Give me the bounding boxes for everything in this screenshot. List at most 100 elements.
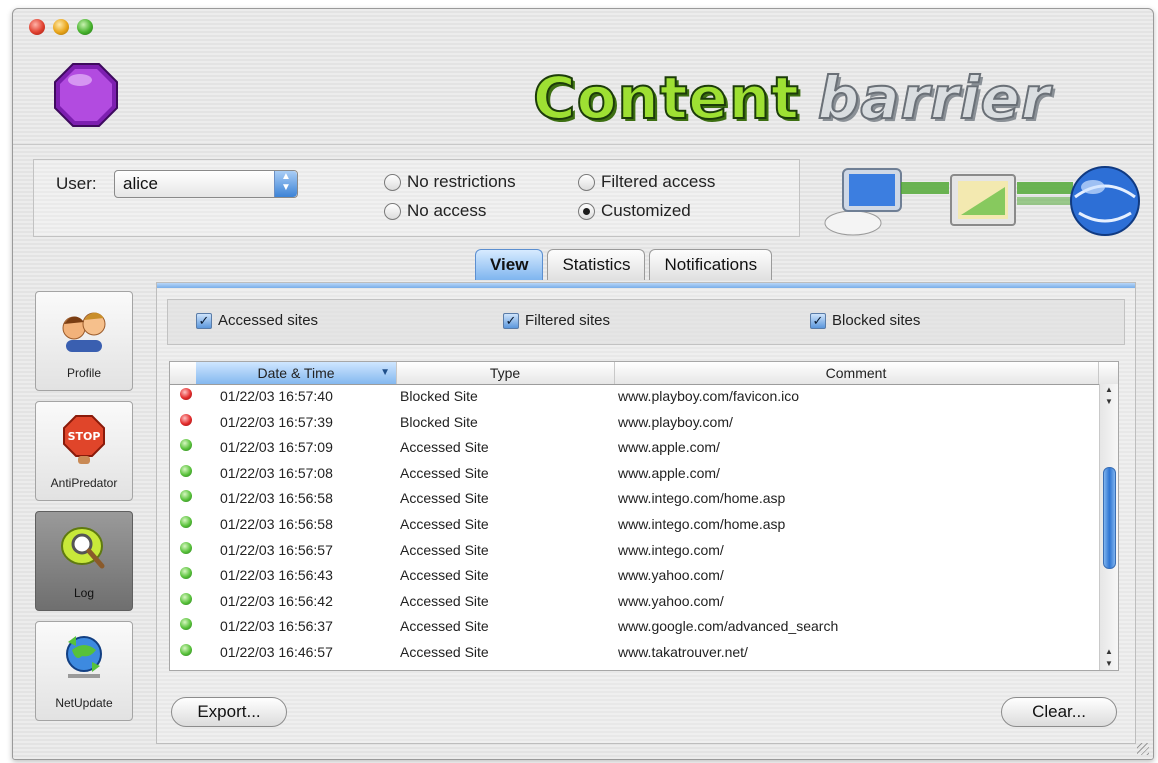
radio-button-icon xyxy=(578,173,595,191)
panel-accent-bar xyxy=(157,283,1135,288)
tab-view[interactable]: View xyxy=(475,249,544,280)
date-time-cell: 01/22/03 16:56:42 xyxy=(220,592,333,609)
resize-grip[interactable] xyxy=(1137,743,1149,755)
checkmark-icon: ✓ xyxy=(196,312,212,329)
sidebar-item-log[interactable]: Log xyxy=(35,511,133,611)
type-cell: Accessed Site xyxy=(400,464,489,481)
date-time-cell: 01/22/03 16:56:43 xyxy=(220,567,333,584)
type-column-header[interactable]: Type xyxy=(396,362,615,384)
table-row[interactable]: 01/22/03 16:56:58 Accessed Site www.intego… xyxy=(170,486,1098,512)
accessed-status-icon xyxy=(180,592,192,605)
radio-no-access[interactable]: No access xyxy=(384,201,486,221)
user-select[interactable]: alice ▲ ▼ xyxy=(114,170,298,198)
date-time-cell: 01/22/03 16:57:09 xyxy=(220,439,333,456)
comment-cell: www.playboy.com/ xyxy=(618,413,733,430)
blocked-sites-checkbox[interactable]: ✓ Blocked sites xyxy=(810,312,920,329)
profile-people-icon xyxy=(62,312,106,352)
type-cell: Blocked Site xyxy=(400,413,478,430)
radio-customized[interactable]: Customized xyxy=(578,201,691,221)
zoom-window-icon[interactable] xyxy=(77,19,93,35)
date-time-cell: 01/22/03 16:56:37 xyxy=(220,618,333,635)
type-cell: Accessed Site xyxy=(400,592,489,609)
radio-no-restrictions[interactable]: No restrictions xyxy=(384,172,516,192)
status-column-header xyxy=(170,362,197,384)
checkmark-icon: ✓ xyxy=(503,312,519,329)
vertical-scrollbar[interactable]: ▲ ▼ ▲ ▼ xyxy=(1099,384,1118,670)
accessed-status-icon xyxy=(180,567,192,580)
table-row[interactable]: 01/22/03 16:46:57 Accessed Site www.takatr… xyxy=(170,640,1098,666)
type-cell: Accessed Site xyxy=(400,618,489,635)
comment-cell: www.intego.com/ xyxy=(618,541,724,558)
user-label: User: xyxy=(56,174,97,193)
accessed-status-icon xyxy=(180,644,192,656)
radio-label: Customized xyxy=(601,201,691,220)
content-barrier-window: Content barrier User: alice ▲ ▼ No restric… xyxy=(12,8,1154,760)
comment-cell: www.yahoo.com/ xyxy=(618,592,724,609)
logo-barrier-text: barrier xyxy=(817,63,1051,133)
type-cell: Accessed Site xyxy=(400,439,489,456)
network-illustration-icon xyxy=(824,166,1140,236)
table-row[interactable]: 01/22/03 16:56:43 Accessed Site www.yahoo.… xyxy=(170,563,1098,589)
close-window-icon[interactable] xyxy=(29,19,45,35)
filtered-sites-checkbox[interactable]: ✓ Filtered sites xyxy=(503,312,610,329)
table-row[interactable]: 01/22/03 16:56:57 Accessed Site www.intego… xyxy=(170,538,1098,564)
comment-cell: www.google.com/advanced_search xyxy=(618,618,839,635)
radio-label: No restrictions xyxy=(407,172,516,191)
date-time-cell: 01/22/03 16:56:58 xyxy=(220,516,333,532)
comment-column-header[interactable]: Comment xyxy=(614,362,1099,384)
column-header-label: Type xyxy=(489,365,521,381)
log-panel: ✓ Accessed sites ✓ Filtered sites ✓ Bloc… xyxy=(156,282,1136,744)
minimize-window-icon[interactable] xyxy=(53,19,69,35)
svg-text:STOP: STOP xyxy=(68,430,101,443)
radio-filtered-access[interactable]: Filtered access xyxy=(578,172,715,192)
date-time-column-header[interactable]: Date & Time ▼ xyxy=(196,362,397,384)
date-time-cell: 01/22/03 16:57:40 xyxy=(220,388,333,404)
accessed-status-icon xyxy=(180,490,192,503)
tab-notifications[interactable]: Notifications xyxy=(649,249,773,280)
table-row[interactable]: 01/22/03 16:57:09 Accessed Site www.apple.… xyxy=(170,435,1098,461)
blocked-status-icon xyxy=(180,413,192,426)
scroll-thumb[interactable] xyxy=(1103,467,1116,569)
radio-button-selected-icon xyxy=(578,202,595,220)
radio-button-icon xyxy=(384,202,401,220)
app-header: Content barrier xyxy=(13,44,1153,145)
stop-sign-hand-icon: STOP xyxy=(63,415,105,464)
date-time-cell: 01/22/03 16:57:39 xyxy=(220,413,333,430)
table-row[interactable]: 01/22/03 16:57:08 Accessed Site www.apple.… xyxy=(170,461,1098,487)
table-row[interactable]: 01/22/03 16:56:37 Accessed Site www.google… xyxy=(170,614,1098,640)
sidebar-item-antipredator[interactable]: STOP AntiPredator xyxy=(35,401,133,501)
view-tabs: View Statistics Notifications xyxy=(475,249,773,283)
comment-cell: www.yahoo.com/ xyxy=(618,567,724,584)
table-row[interactable]: 01/22/03 16:57:40 Blocked Site www.playboy… xyxy=(170,384,1098,410)
comment-cell: www.intego.com/home.asp xyxy=(618,516,786,532)
scroll-down-icon[interactable]: ▼ xyxy=(1100,658,1118,670)
column-header-label: Comment xyxy=(825,365,887,381)
sidebar-item-netupdate[interactable]: NetUpdate xyxy=(35,621,133,721)
globe-update-icon xyxy=(66,636,102,678)
type-cell: Accessed Site xyxy=(400,490,489,507)
blocked-status-icon xyxy=(180,388,192,400)
filter-bar: ✓ Accessed sites ✓ Filtered sites ✓ Bloc… xyxy=(167,299,1125,345)
scroll-down-icon[interactable]: ▼ xyxy=(1100,396,1118,408)
type-cell: Blocked Site xyxy=(400,388,478,404)
scroll-up-icon[interactable]: ▲ xyxy=(1100,646,1118,658)
table-row[interactable]: 01/22/03 16:56:58 Accessed Site www.intego… xyxy=(170,512,1098,538)
type-cell: Accessed Site xyxy=(400,567,489,584)
clear-button[interactable]: Clear... xyxy=(1001,697,1117,727)
checkbox-label: Filtered sites xyxy=(525,312,611,329)
accessed-status-icon xyxy=(180,464,192,477)
app-logo: Content barrier xyxy=(532,63,1051,133)
accessed-sites-checkbox[interactable]: ✓ Accessed sites xyxy=(196,312,318,329)
tab-statistics[interactable]: Statistics xyxy=(547,249,646,280)
user-select-value: alice xyxy=(123,174,158,193)
comment-cell: www.intego.com/home.asp xyxy=(618,490,786,507)
sidebar-item-profile[interactable]: Profile xyxy=(35,291,133,391)
sidebar-item-label: NetUpdate xyxy=(55,696,113,710)
logo-content-text: Content xyxy=(532,63,800,133)
table-row[interactable]: 01/22/03 16:56:42 Accessed Site www.yahoo.… xyxy=(170,589,1098,615)
magnifier-log-icon xyxy=(61,527,105,569)
scroll-up-icon[interactable]: ▲ xyxy=(1100,384,1118,396)
export-button[interactable]: Export... xyxy=(171,697,287,727)
table-row[interactable]: 01/22/03 16:57:39 Blocked Site www.playboy… xyxy=(170,410,1098,436)
sidebar-item-label: AntiPredator xyxy=(50,476,118,490)
